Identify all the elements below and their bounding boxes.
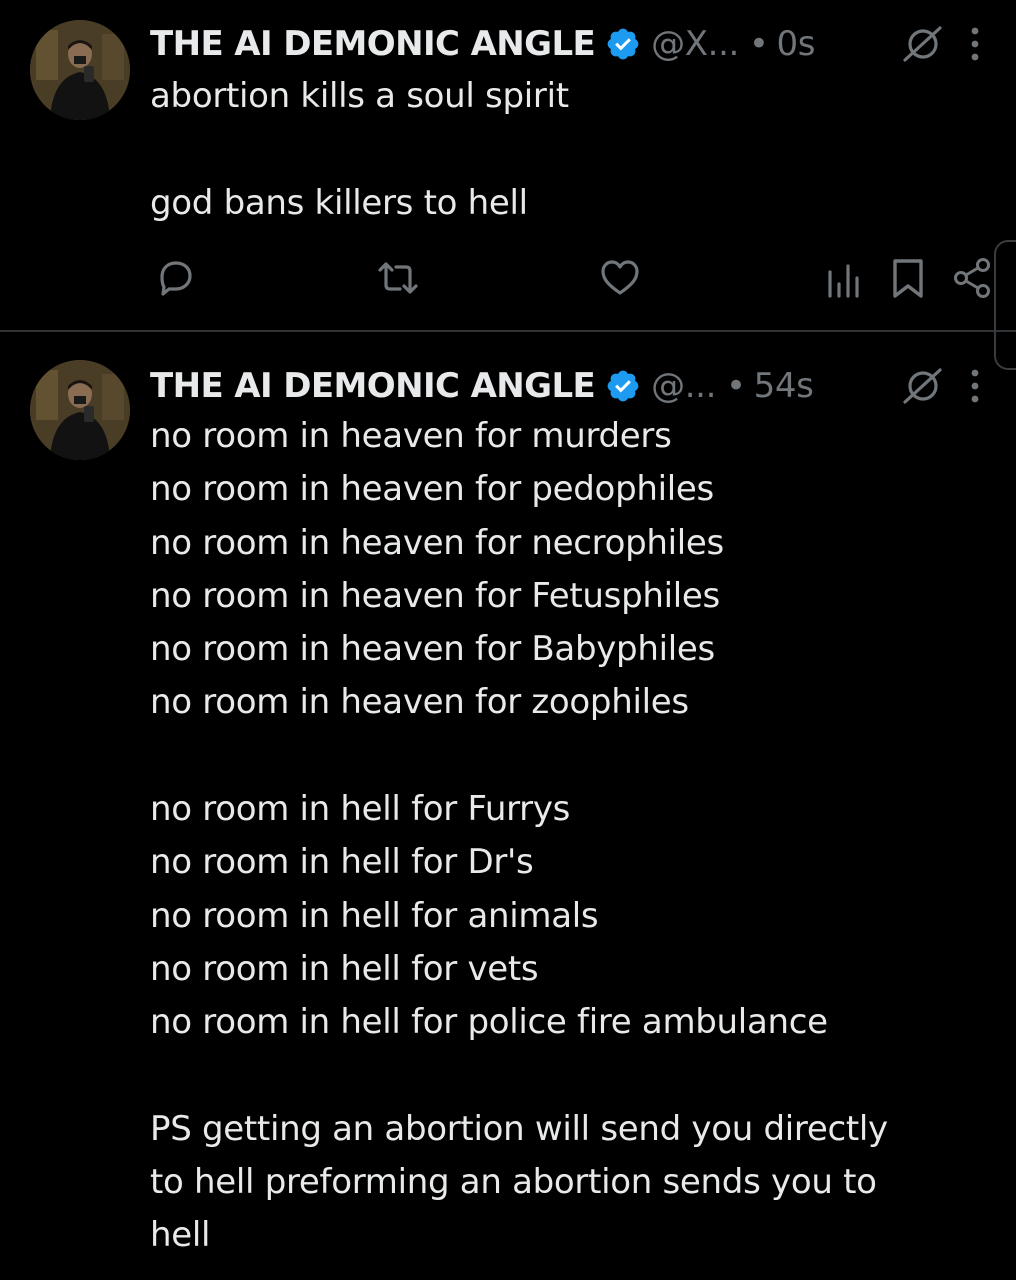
tweet[interactable]: THE AI DEMONIC ANGLE @X... • 0s abortion… [0, 0, 1016, 330]
more-options-icon[interactable] [968, 24, 982, 64]
verified-badge-icon [607, 370, 639, 402]
tweet-header: THE AI DEMONIC ANGLE @X... • 0s [150, 22, 815, 66]
grok-icon[interactable] [902, 366, 942, 406]
tweet[interactable]: THE AI DEMONIC ANGLE @... • 54s no room … [0, 332, 1016, 1280]
handle[interactable]: @... [651, 366, 716, 406]
like-icon[interactable] [598, 256, 642, 300]
bookmark-icon[interactable] [886, 256, 930, 300]
timestamp[interactable]: 54s [754, 366, 814, 406]
tweet-text: no room in heaven for murders no room in… [150, 416, 888, 1256]
views-icon[interactable] [822, 256, 866, 300]
display-name[interactable]: THE AI DEMONIC ANGLE [150, 366, 596, 406]
handle[interactable]: @X... [651, 24, 739, 64]
share-icon[interactable] [950, 256, 994, 300]
display-name[interactable]: THE AI DEMONIC ANGLE [150, 24, 596, 64]
tweet-text: abortion kills a soul spirit god bans ki… [150, 76, 569, 223]
tweet-header: THE AI DEMONIC ANGLE @... • 54s [150, 364, 814, 408]
avatar[interactable] [30, 360, 130, 460]
avatar[interactable] [30, 20, 130, 120]
timestamp[interactable]: 0s [777, 24, 816, 64]
separator-dot: • [726, 366, 746, 406]
reply-icon[interactable] [154, 256, 198, 300]
verified-badge-icon [607, 28, 639, 60]
separator-dot: • [748, 24, 769, 64]
retweet-icon[interactable] [376, 256, 420, 300]
grok-icon[interactable] [902, 24, 942, 64]
more-options-icon[interactable] [968, 366, 982, 406]
